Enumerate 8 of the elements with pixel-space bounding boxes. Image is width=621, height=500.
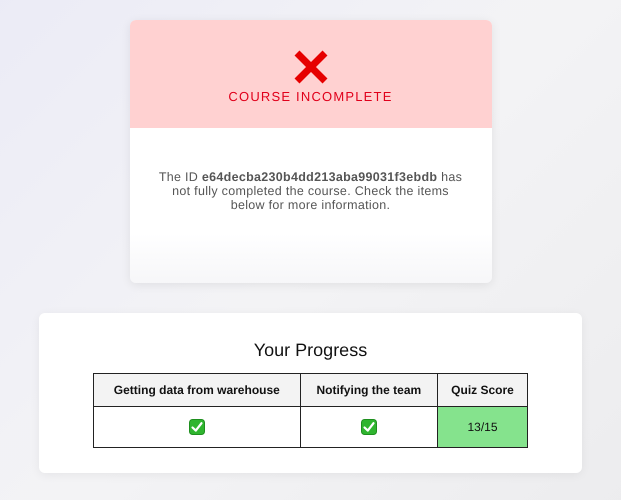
status-message: The ID e64decba230b4dd213aba99031f3ebdb has not fully completed the course. Check the items below for more information.: [158, 170, 464, 212]
column-header: Quiz Score: [438, 374, 528, 406]
column-header: Getting data from warehouse: [94, 374, 300, 406]
column-header: Notifying the team: [300, 374, 438, 406]
progress-title: Your Progress: [254, 340, 368, 361]
score-cell: 13/15: [438, 406, 528, 448]
status-title: COURSE INCOMPLETE: [228, 88, 393, 104]
cross-icon: [292, 48, 328, 84]
